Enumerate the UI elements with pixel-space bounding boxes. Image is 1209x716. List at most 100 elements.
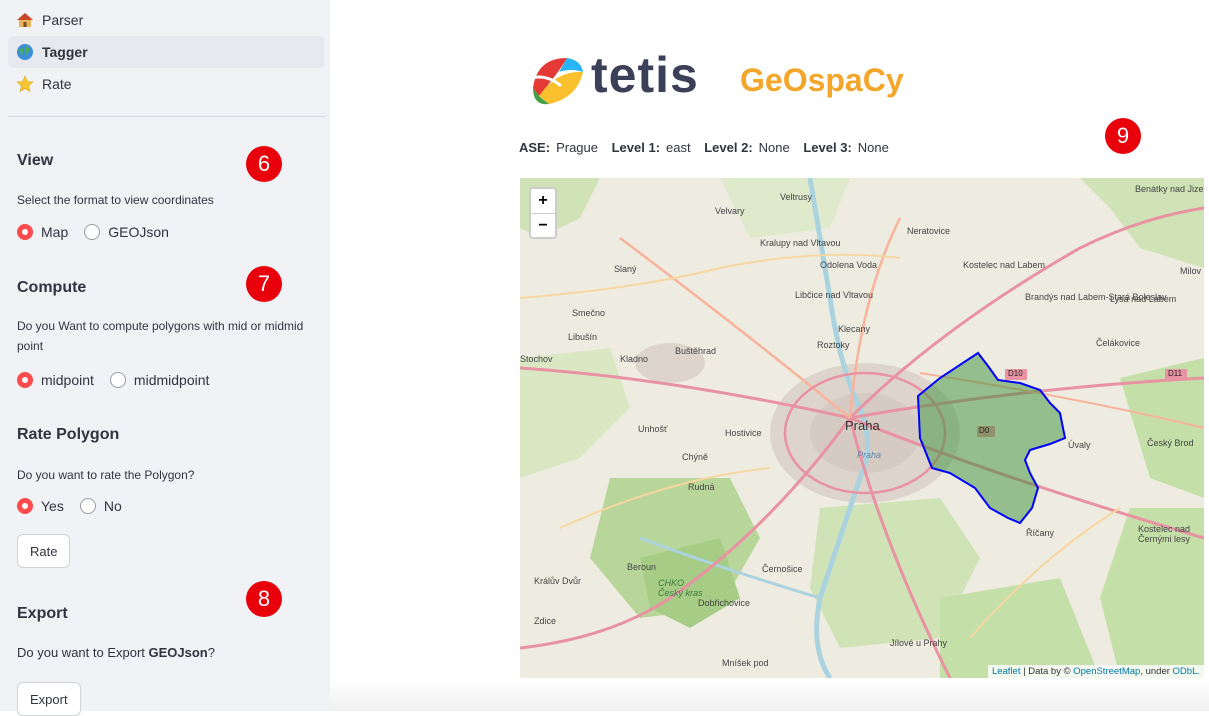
sidebar: Parser Tagger Rate View Select the forma… [0, 0, 330, 716]
nav-label: Parser [42, 12, 84, 28]
map-label: D0 [979, 426, 990, 435]
map-label: Odolena Voda [820, 260, 878, 270]
map-label: Klecany [838, 324, 871, 334]
map-label: Český Brod [1147, 438, 1194, 448]
bottom-shade [330, 680, 1209, 711]
level2-label: Level 2: [704, 140, 753, 155]
osm-link[interactable]: OpenStreetMap [1073, 666, 1140, 677]
map-label: Kostelec nad Labem [963, 260, 1046, 270]
radio-selected[interactable] [17, 498, 33, 514]
export-desc-text: Do you want to Export [17, 645, 149, 660]
map-label: Kladno [620, 354, 649, 364]
radio-selected[interactable] [17, 224, 33, 240]
map-label: Praha [845, 418, 880, 433]
view-title: View [17, 152, 54, 169]
level3-label: Level 3: [803, 140, 852, 155]
compute-description: Do you Want to compute polygons with mid… [17, 319, 304, 353]
nav-item-parser[interactable]: Parser [8, 4, 324, 36]
radio-label: Yes [41, 498, 64, 514]
radio-label: No [103, 498, 122, 514]
map-label: Chýně [682, 452, 709, 462]
export-desc-bold: GEOJson [148, 645, 208, 660]
attribution-text: , under [1140, 666, 1173, 677]
rate-polygon-description: Do you want to rate the Polygon? [17, 468, 195, 482]
radio-unselected[interactable] [84, 224, 101, 240]
map-label: Smečno [572, 308, 606, 318]
map-label: Beroun [627, 562, 657, 572]
radio-selected[interactable] [17, 372, 33, 388]
map-label: Rudná [688, 482, 715, 492]
view-option-map[interactable]: Map [17, 224, 68, 240]
map-label: Velvary [715, 206, 745, 216]
odbl-link[interactable]: ODbL. [1173, 666, 1200, 677]
export-desc-suffix: ? [207, 645, 215, 660]
map-label: Hostivice [725, 428, 762, 438]
compute-option-midmidpoint[interactable]: midmidpoint [109, 372, 210, 388]
annotation-badge-7: 7 [246, 266, 282, 302]
nav-label: Tagger [42, 44, 88, 60]
view-radio-group: Map GEOJson [17, 224, 185, 240]
map-label: Zdice [534, 616, 557, 626]
view-option-geojson[interactable]: GEOJson [84, 224, 169, 240]
ase-value: Prague [556, 140, 598, 155]
nav-item-tagger[interactable]: Tagger [8, 36, 324, 68]
rate-radio-group: Yes No [17, 498, 138, 514]
rate-option-no[interactable]: No [79, 498, 122, 514]
map-label: Úvaly [1068, 440, 1091, 450]
map-label: Praha [857, 450, 882, 460]
map-label: Stochov [520, 354, 553, 364]
map-label: Benátky nad Jizerou [1135, 184, 1204, 194]
ase-info-line: ASE: Prague Level 1: east Level 2: None Lev… [519, 140, 899, 155]
leaflet-link[interactable]: Leaflet [992, 666, 1021, 677]
map-label: D11 [1168, 369, 1183, 378]
app-logo: tetis GeOspaCy [527, 46, 947, 110]
rate-button[interactable]: Rate [17, 534, 71, 568]
zoom-in-button[interactable]: + [531, 189, 555, 213]
level2-value: None [758, 140, 790, 155]
globe-icon [17, 44, 33, 60]
map-label: Roztoky [817, 340, 850, 350]
map-label: Černošice [762, 564, 803, 574]
zoom-out-button[interactable]: − [531, 213, 555, 237]
rate-option-yes[interactable]: Yes [17, 498, 64, 514]
nav-label: Rate [42, 76, 72, 92]
radio-label: midmidpoint [133, 372, 210, 388]
map-label: Kralupy nad Vltavou [760, 238, 841, 248]
map-label: Unhošť [638, 424, 668, 434]
map-label: Neratovice [907, 226, 951, 236]
level3-value: None [857, 140, 889, 155]
radio-label: Map [41, 224, 69, 240]
radio-unselected[interactable] [109, 372, 126, 388]
map-label: D10 [1008, 369, 1023, 378]
attribution-text: | Data by © [1020, 666, 1074, 677]
map-label: Říčany [1026, 528, 1055, 538]
map-label: Lysá nad Labem [1110, 294, 1177, 304]
house-icon [17, 13, 33, 27]
map-label: Milov [1180, 266, 1202, 276]
rate-polygon-title: Rate Polygon [17, 426, 120, 443]
annotation-badge-6: 6 [246, 146, 282, 182]
map-label: Buštěhrad [675, 346, 717, 356]
map-label: Mníšek pod [722, 658, 769, 668]
compute-title: Compute [17, 279, 87, 296]
map-label: Slaný [614, 264, 637, 274]
export-description: Do you want to Export GEOJson? [17, 643, 317, 663]
map-attribution: Leaflet | Data by © OpenStreetMap, under… [987, 665, 1204, 678]
level1-value: east [666, 140, 691, 155]
star-icon [16, 75, 34, 93]
map-view[interactable]: Benátky nad Jizerou Velvary Veltrusy Ner… [520, 178, 1204, 678]
compute-option-midpoint[interactable]: midpoint [17, 372, 94, 388]
zoom-control: + − [529, 187, 557, 239]
sidebar-nav: Parser Tagger Rate [8, 4, 324, 100]
compute-radio-group: midpoint midmidpoint [17, 372, 225, 388]
map-label: Jílové u Prahy [890, 638, 948, 648]
map-label: Kostelec nad Černými lesy [1138, 524, 1191, 544]
logo-tetis-text: tetis [591, 47, 699, 103]
nav-item-rate[interactable]: Rate [8, 68, 324, 100]
radio-unselected[interactable] [79, 498, 96, 514]
logo-mark-icon [530, 58, 583, 105]
view-description: Select the format to view coordinates [17, 193, 214, 207]
map-label: Libušín [568, 332, 598, 342]
map-label: Králův Dvůr [534, 576, 582, 586]
annotation-badge-9: 9 [1105, 118, 1141, 154]
